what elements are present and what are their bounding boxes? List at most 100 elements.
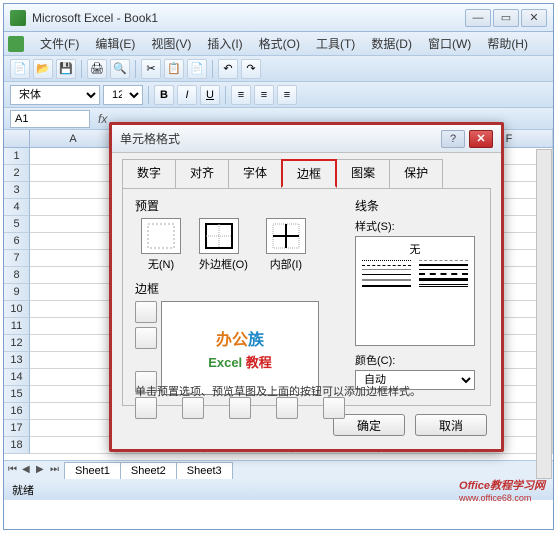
cell[interactable] <box>30 420 117 437</box>
tab-nav-last-icon[interactable]: ⏭ <box>50 464 64 478</box>
border-diag-down-button[interactable] <box>323 397 345 419</box>
copy-icon[interactable]: 📋 <box>164 59 184 79</box>
border-top-button[interactable] <box>135 301 157 323</box>
row-header[interactable]: 16 <box>4 403 30 420</box>
cell[interactable] <box>30 233 117 250</box>
cell[interactable] <box>30 335 117 352</box>
row-header[interactable]: 6 <box>4 233 30 250</box>
row-header[interactable]: 17 <box>4 420 30 437</box>
sheet-tab-3[interactable]: Sheet3 <box>176 462 233 479</box>
align-center-icon[interactable]: ≡ <box>254 85 274 105</box>
row-header[interactable]: 7 <box>4 250 30 267</box>
title-bar: Microsoft Excel - Book1 — ▭ ✕ <box>4 4 553 32</box>
menu-data[interactable]: 数据(D) <box>363 32 420 55</box>
cell[interactable] <box>30 352 117 369</box>
row-header[interactable]: 8 <box>4 267 30 284</box>
cell[interactable] <box>30 403 117 420</box>
italic-icon[interactable]: I <box>177 85 197 105</box>
cut-icon[interactable]: ✂ <box>141 59 161 79</box>
cell[interactable] <box>30 437 117 454</box>
border-middle-v-button[interactable] <box>229 397 251 419</box>
cell[interactable] <box>30 267 117 284</box>
row-header[interactable]: 12 <box>4 335 30 352</box>
preset-inside-button[interactable] <box>266 218 306 254</box>
tab-pattern[interactable]: 图案 <box>336 159 390 188</box>
line-style-list[interactable]: 无 <box>355 236 475 346</box>
border-left-button[interactable] <box>182 397 204 419</box>
cell[interactable] <box>30 165 117 182</box>
align-left-icon[interactable]: ≡ <box>231 85 251 105</box>
cell[interactable] <box>30 148 117 165</box>
tab-border[interactable]: 边框 <box>281 159 337 188</box>
tab-alignment[interactable]: 对齐 <box>175 159 229 188</box>
row-header[interactable]: 2 <box>4 165 30 182</box>
row-header[interactable]: 11 <box>4 318 30 335</box>
menu-format[interactable]: 格式(O) <box>251 32 308 55</box>
row-header[interactable]: 4 <box>4 199 30 216</box>
minimize-button[interactable]: — <box>465 9 491 27</box>
sheet-tab-2[interactable]: Sheet2 <box>120 462 177 479</box>
row-header[interactable]: 5 <box>4 216 30 233</box>
vertical-scrollbar[interactable] <box>536 149 552 479</box>
cell[interactable] <box>30 318 117 335</box>
menu-insert[interactable]: 插入(I) <box>199 32 250 55</box>
save-icon[interactable]: 💾 <box>56 59 76 79</box>
row-header[interactable]: 18 <box>4 437 30 454</box>
dialog-title-bar[interactable]: 单元格格式 ? ✕ <box>112 125 501 153</box>
tab-nav-prev-icon[interactable]: ◀ <box>22 464 36 478</box>
row-header[interactable]: 9 <box>4 284 30 301</box>
menu-file[interactable]: 文件(F) <box>32 32 87 55</box>
row-header[interactable]: 1 <box>4 148 30 165</box>
preview-icon[interactable]: 🔍 <box>110 59 130 79</box>
preset-none-button[interactable] <box>141 218 181 254</box>
dialog-help-button[interactable]: ? <box>441 130 465 148</box>
paste-icon[interactable]: 📄 <box>187 59 207 79</box>
row-header[interactable]: 13 <box>4 352 30 369</box>
row-header[interactable]: 3 <box>4 182 30 199</box>
menu-tools[interactable]: 工具(T) <box>308 32 363 55</box>
open-icon[interactable]: 📂 <box>33 59 53 79</box>
select-all-corner[interactable] <box>4 130 30 147</box>
menu-help[interactable]: 帮助(H) <box>479 32 536 55</box>
cell[interactable] <box>30 199 117 216</box>
cell[interactable] <box>30 250 117 267</box>
cell[interactable] <box>30 216 117 233</box>
cell[interactable] <box>30 301 117 318</box>
maximize-button[interactable]: ▭ <box>493 9 519 27</box>
undo-icon[interactable]: ↶ <box>218 59 238 79</box>
dialog-close-button[interactable]: ✕ <box>469 130 493 148</box>
font-name-select[interactable]: 宋体 <box>10 85 100 105</box>
name-box[interactable] <box>10 110 90 128</box>
cell[interactable] <box>30 369 117 386</box>
tab-font[interactable]: 字体 <box>228 159 282 188</box>
tab-nav-first-icon[interactable]: ⏮ <box>8 464 22 478</box>
sheet-tab-1[interactable]: Sheet1 <box>64 462 121 479</box>
menu-window[interactable]: 窗口(W) <box>420 32 479 55</box>
preset-outline-button[interactable] <box>199 218 239 254</box>
cell[interactable] <box>30 284 117 301</box>
cell[interactable] <box>30 386 117 403</box>
menu-view[interactable]: 视图(V) <box>143 32 199 55</box>
col-header-a[interactable]: A <box>30 130 117 147</box>
row-header[interactable]: 14 <box>4 369 30 386</box>
print-icon[interactable]: 🖨 <box>87 59 107 79</box>
new-icon[interactable]: 📄 <box>10 59 30 79</box>
border-right-button[interactable] <box>276 397 298 419</box>
border-middle-h-button[interactable] <box>135 327 157 349</box>
fx-icon[interactable]: fx <box>98 112 107 126</box>
tab-number[interactable]: 数字 <box>122 159 176 188</box>
menu-edit[interactable]: 编辑(E) <box>87 32 143 55</box>
font-size-select[interactable]: 12 <box>103 85 143 105</box>
align-right-icon[interactable]: ≡ <box>277 85 297 105</box>
border-diag-up-button[interactable] <box>135 397 157 419</box>
underline-icon[interactable]: U <box>200 85 220 105</box>
cancel-button[interactable]: 取消 <box>415 414 487 436</box>
bold-icon[interactable]: B <box>154 85 174 105</box>
row-header[interactable]: 10 <box>4 301 30 318</box>
redo-icon[interactable]: ↷ <box>241 59 261 79</box>
tab-protection[interactable]: 保护 <box>389 159 443 188</box>
row-header[interactable]: 15 <box>4 386 30 403</box>
tab-nav-next-icon[interactable]: ▶ <box>36 464 50 478</box>
cell[interactable] <box>30 182 117 199</box>
close-button[interactable]: ✕ <box>521 9 547 27</box>
